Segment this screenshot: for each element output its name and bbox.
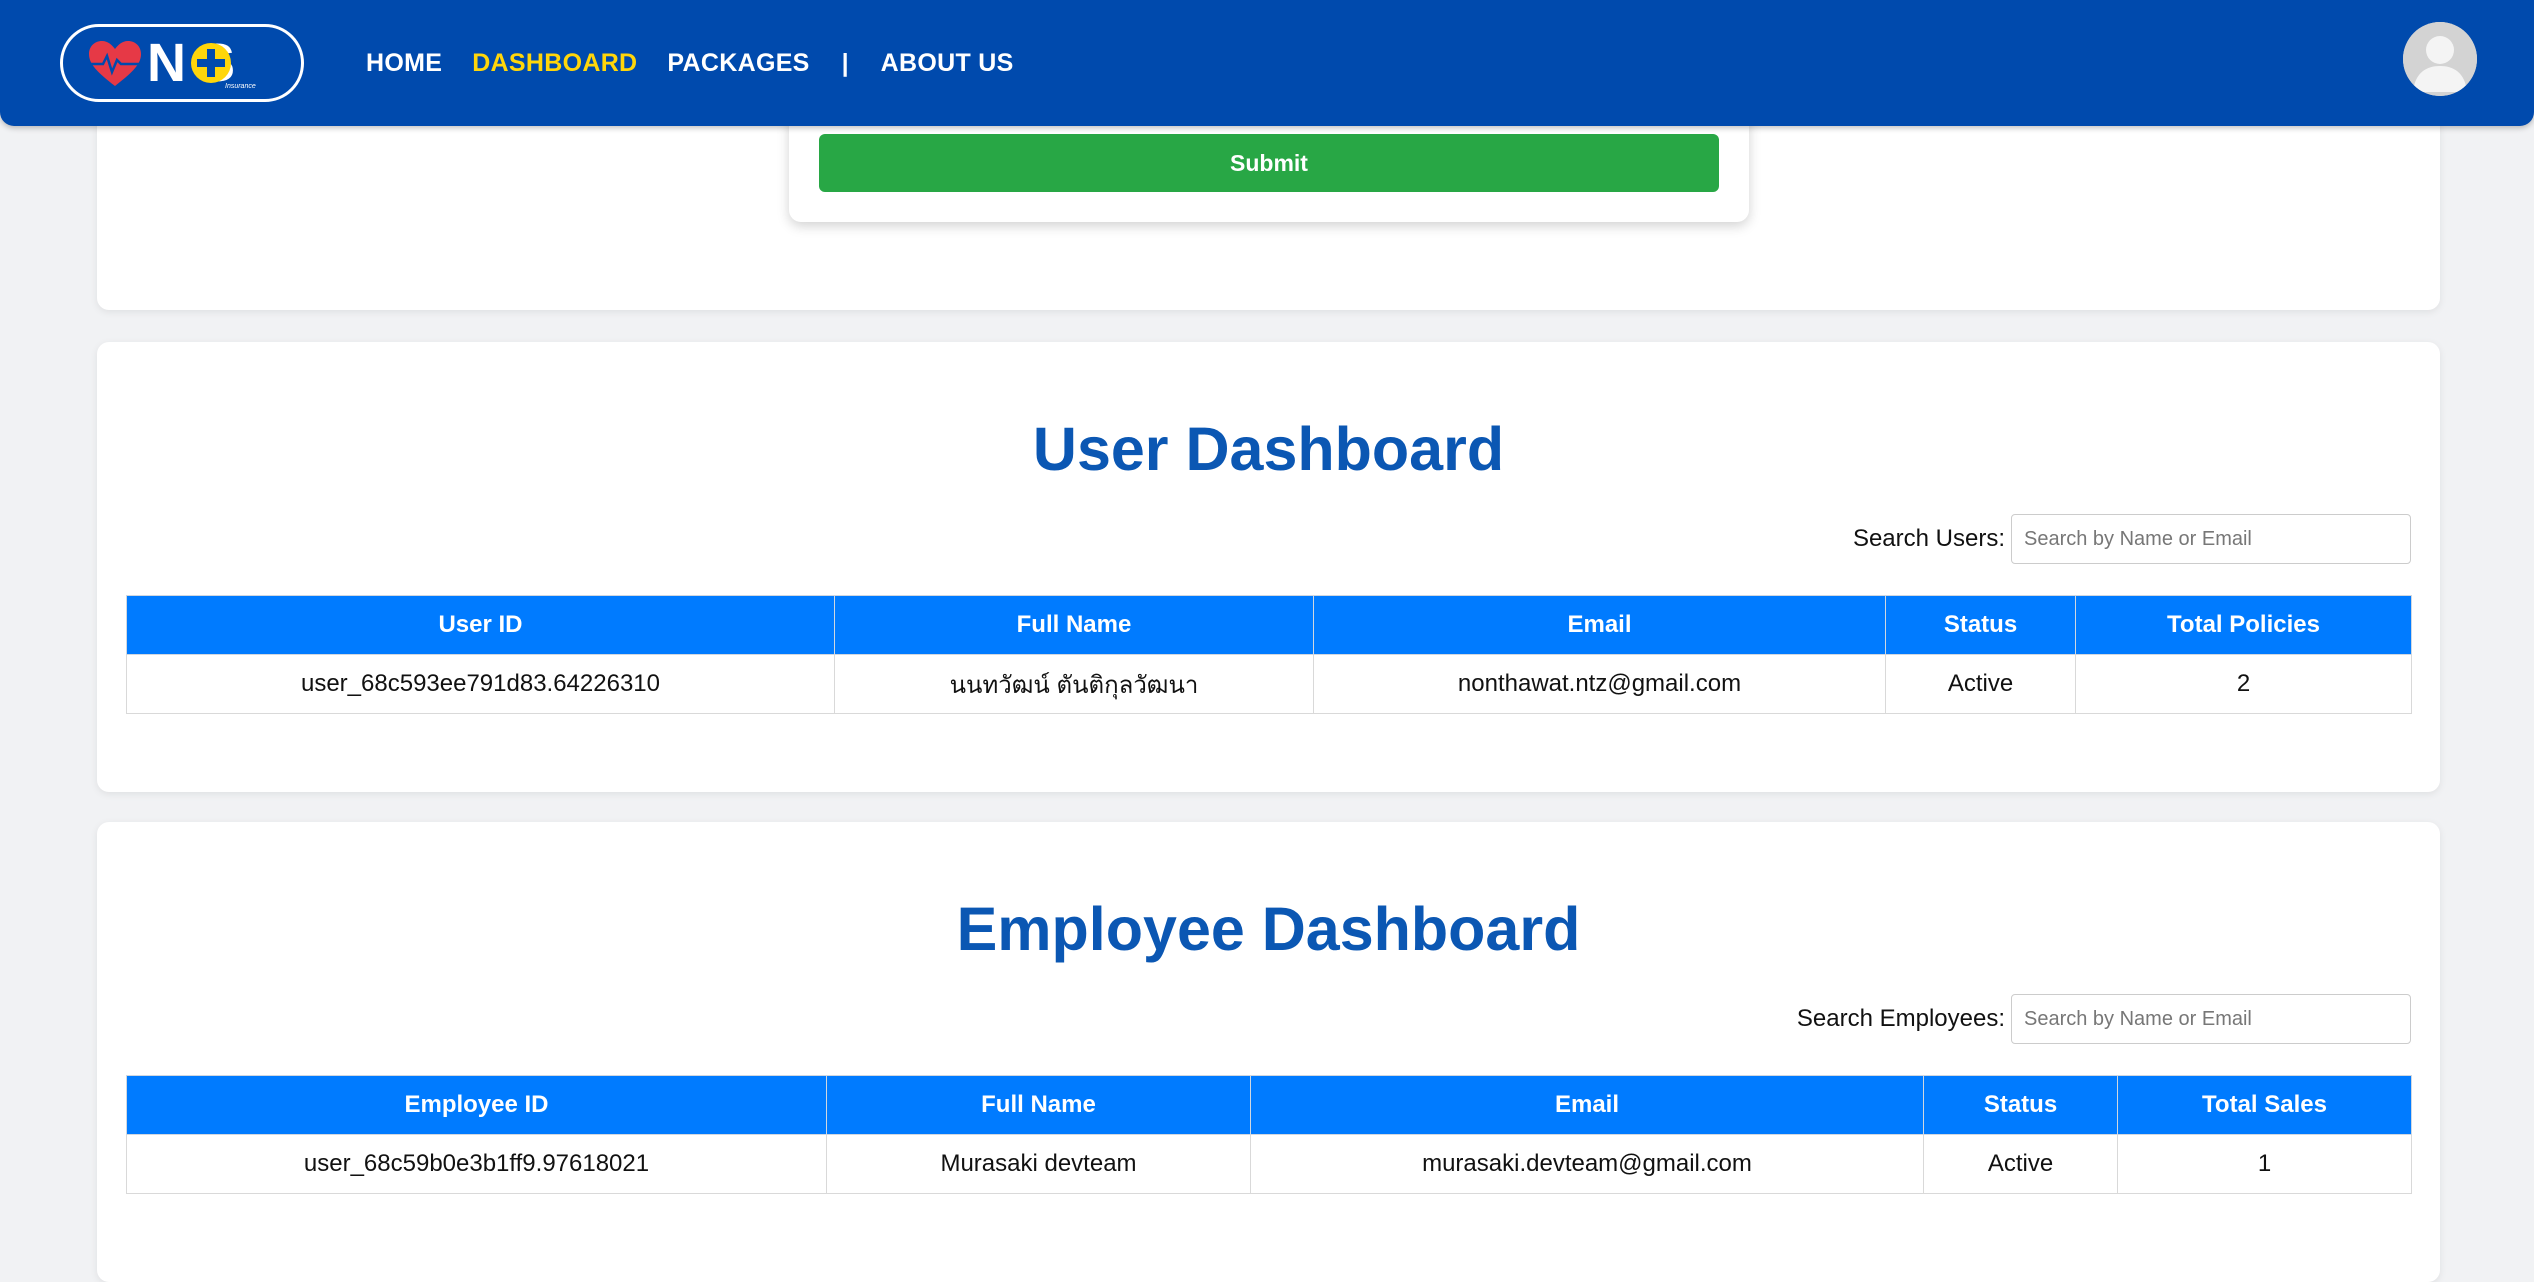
user-search-row: Search Users: (1853, 514, 2411, 564)
cell-email: nonthawat.ntz@gmail.com (1313, 654, 1886, 714)
nav-separator: | (841, 48, 849, 77)
main-nav: HOME DASHBOARD PACKAGES | ABOUT US (366, 0, 1044, 126)
plus-icon (191, 43, 231, 83)
employee-search-row: Search Employees: (1797, 994, 2411, 1044)
col-header-status[interactable]: Status (1923, 1075, 2118, 1135)
user-avatar[interactable] (2403, 22, 2477, 96)
employee-search-input[interactable] (2011, 994, 2411, 1044)
cell-total-policies: 2 (2075, 654, 2412, 714)
user-dashboard-card: User Dashboard Search Users: User ID Ful… (97, 342, 2440, 792)
col-header-total-sales[interactable]: Total Sales (2117, 1075, 2412, 1135)
employee-dashboard-card: Employee Dashboard Search Employees: Emp… (97, 822, 2440, 1282)
nav-about-us[interactable]: ABOUT US (881, 49, 1014, 78)
table-header-row: User ID Full Name Email Status Total Pol… (126, 595, 2412, 655)
cell-status: Active (1885, 654, 2076, 714)
employee-dashboard-title: Employee Dashboard (956, 895, 1581, 963)
person-icon (2403, 22, 2477, 96)
col-header-email[interactable]: Email (1313, 595, 1886, 655)
user-dashboard-title: User Dashboard (1032, 415, 1505, 483)
col-header-status[interactable]: Status (1885, 595, 2076, 655)
top-navbar: N S Insurance HOME DASHBOARD PACKAGES | … (0, 0, 2534, 126)
user-search-label: Search Users: (1852, 525, 2005, 552)
cell-full-name: Murasaki devteam (826, 1134, 1251, 1194)
cell-email: murasaki.devteam@gmail.com (1250, 1134, 1924, 1194)
col-header-user-id[interactable]: User ID (126, 595, 835, 655)
cell-user-id: user_68c593ee791d83.64226310 (126, 654, 835, 714)
brand-logo[interactable]: N S Insurance (60, 24, 304, 102)
nav-packages[interactable]: PACKAGES (667, 49, 809, 78)
col-header-total-policies[interactable]: Total Policies (2075, 595, 2412, 655)
col-header-full-name[interactable]: Full Name (826, 1075, 1251, 1135)
user-table: User ID Full Name Email Status Total Pol… (126, 595, 2412, 714)
cell-total-sales: 1 (2117, 1134, 2412, 1194)
heart-pulse-icon (89, 41, 141, 86)
col-header-employee-id[interactable]: Employee ID (126, 1075, 827, 1135)
cell-full-name: นนทวัฒน์ ตันติกุลวัฒนา (834, 654, 1314, 714)
table-row[interactable]: user_68c593ee791d83.64226310 นนทวัฒน์ ตั… (126, 654, 2412, 714)
logo-subtitle: Insurance (225, 83, 256, 90)
user-search-input[interactable] (2011, 514, 2411, 564)
col-header-email[interactable]: Email (1250, 1075, 1924, 1135)
table-header-row: Employee ID Full Name Email Status Total… (126, 1075, 2412, 1135)
cell-employee-id: user_68c59b0e3b1ff9.97618021 (126, 1134, 827, 1194)
col-header-full-name[interactable]: Full Name (834, 595, 1314, 655)
nav-home[interactable]: HOME (366, 49, 442, 78)
cell-status: Active (1923, 1134, 2118, 1194)
table-row[interactable]: user_68c59b0e3b1ff9.97618021 Murasaki de… (126, 1134, 2412, 1194)
employee-table: Employee ID Full Name Email Status Total… (126, 1075, 2412, 1194)
employee-search-label: Search Employees: (1796, 1005, 2005, 1032)
nav-dashboard[interactable]: DASHBOARD (472, 49, 637, 78)
submit-button[interactable]: Submit (819, 134, 1719, 192)
